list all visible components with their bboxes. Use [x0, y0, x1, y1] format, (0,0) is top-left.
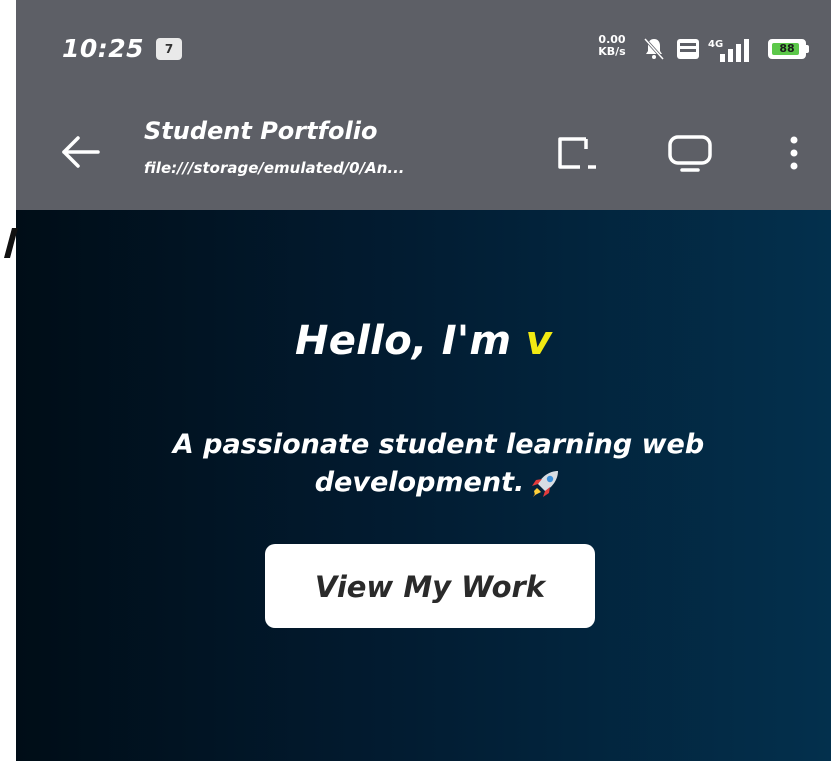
- phone-screen: 10:25 7 0.00 KB/s 4G 88 Student Portfoli…: [16, 0, 831, 761]
- portfolio-hero: Hello, I'm v A passionate student learni…: [16, 210, 831, 761]
- hero-greeting: Hello, I'm: [294, 318, 526, 364]
- hero-subtitle-text: A passionate student learning web develo…: [172, 429, 705, 498]
- signal-icon: 4G: [708, 39, 749, 62]
- view-my-work-button[interactable]: View My Work: [265, 544, 595, 628]
- page-url[interactable]: file:///storage/emulated/0/An...: [144, 159, 504, 177]
- network-type-label: 4G: [708, 39, 723, 50]
- open-external-icon[interactable]: [552, 127, 604, 179]
- browser-app-bar: Student Portfolio file:///storage/emulat…: [16, 105, 831, 210]
- desktop-view-icon[interactable]: [664, 127, 716, 179]
- hero-name: v: [525, 318, 553, 364]
- notification-badge: 7: [156, 38, 182, 60]
- hero-heading: Hello, I'm v: [16, 318, 831, 364]
- volte-icon: [677, 39, 699, 59]
- battery-percent: 88: [779, 42, 795, 55]
- hero-subtitle: A passionate student learning web develo…: [116, 426, 761, 502]
- status-bar: 10:25 7 0.00 KB/s 4G 88: [16, 0, 831, 105]
- page-title: Student Portfolio: [144, 117, 378, 145]
- mute-bell-icon: [643, 37, 665, 61]
- edge-artifact: [4, 228, 18, 258]
- net-speed-unit: KB/s: [598, 45, 626, 58]
- battery-cap: [806, 45, 809, 53]
- status-time: 10:25: [62, 34, 145, 63]
- more-options-icon[interactable]: [774, 127, 814, 179]
- battery-icon: 88: [768, 39, 806, 59]
- rocket-icon: [532, 470, 559, 497]
- back-arrow-icon[interactable]: [56, 127, 106, 177]
- net-speed: 0.00 KB/s: [592, 34, 632, 58]
